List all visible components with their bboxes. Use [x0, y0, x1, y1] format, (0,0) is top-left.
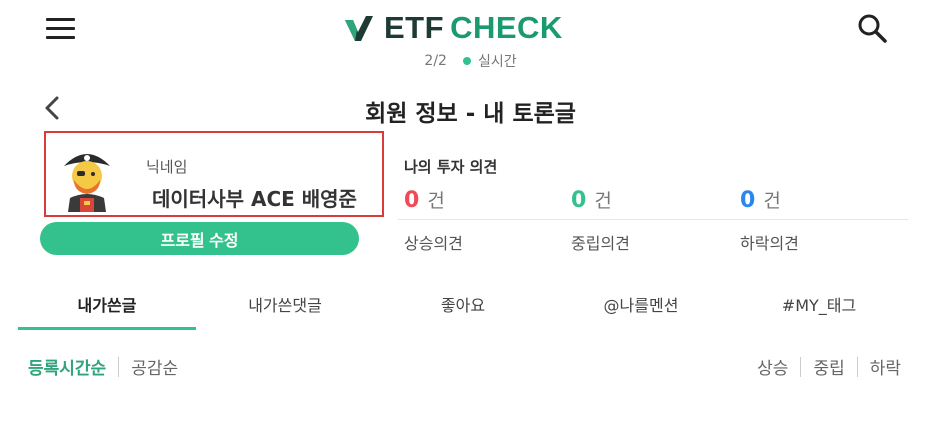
nickname-value: 데이터사부 ACE 배영준: [152, 187, 357, 211]
up-count-unit: 건: [427, 190, 445, 212]
down-opinion-count: 0건: [740, 186, 781, 213]
up-opinion-label: 상승의견: [404, 234, 463, 253]
status-row: 2/2 실시간: [0, 52, 941, 70]
filter-neutral[interactable]: 중립: [813, 354, 844, 379]
tab-likes[interactable]: 좋아요: [374, 280, 552, 330]
down-count-value: 0: [740, 188, 756, 213]
page-indicator: 2/2: [424, 53, 447, 69]
neutral-count-value: 0: [571, 188, 587, 213]
opinion-title: 나의 투자 의견: [404, 158, 498, 176]
nickname-label: 닉네임: [146, 158, 188, 176]
tab-my-comments[interactable]: 내가쓴댓글: [196, 280, 374, 330]
sort-by-likes[interactable]: 공감순: [131, 354, 178, 379]
sort-options: 등록시간순 공감순: [28, 354, 178, 379]
filter-divider: [800, 356, 802, 377]
neutral-count-unit: 건: [594, 190, 612, 212]
realtime-label: 실시간: [477, 54, 517, 70]
logo-etf-text: ETF: [384, 10, 445, 45]
down-count-unit: 건: [763, 190, 781, 212]
tab-my-tags[interactable]: #MY_태그: [730, 280, 908, 330]
sort-divider: [118, 356, 120, 377]
hamburger-menu-icon[interactable]: [46, 18, 75, 40]
tab-my-posts[interactable]: 내가쓴글: [18, 280, 196, 330]
neutral-opinion-count: 0건: [571, 186, 612, 213]
tab-mentions[interactable]: @나를멘션: [552, 280, 730, 330]
logo-check-text: CHECK: [450, 10, 563, 45]
neutral-opinion-label: 중립의견: [571, 234, 630, 253]
edit-profile-button[interactable]: 프로필 수정: [40, 222, 359, 255]
realtime-dot-icon: [462, 57, 471, 65]
opinion-filter: 상승 중립 하락: [757, 354, 901, 379]
pirate-avatar-icon: [64, 154, 110, 212]
search-icon[interactable]: [856, 12, 888, 44]
sort-by-time[interactable]: 등록시간순: [28, 354, 106, 379]
down-opinion-label: 하락의견: [740, 234, 799, 253]
tab-bar: 내가쓴글 내가쓴댓글 좋아요 @나를멘션 #MY_태그: [18, 280, 908, 330]
logo-check-icon: [345, 16, 373, 41]
filter-up[interactable]: 상승: [757, 354, 788, 379]
up-opinion-count: 0건: [404, 186, 445, 213]
opinion-divider: [398, 219, 908, 220]
page-title: 회원 정보 - 내 토론글: [365, 101, 576, 127]
up-count-value: 0: [404, 188, 420, 213]
logo[interactable]: ETF CHECK: [344, 10, 563, 46]
filter-divider: [856, 356, 858, 377]
filter-down[interactable]: 하락: [870, 354, 901, 379]
